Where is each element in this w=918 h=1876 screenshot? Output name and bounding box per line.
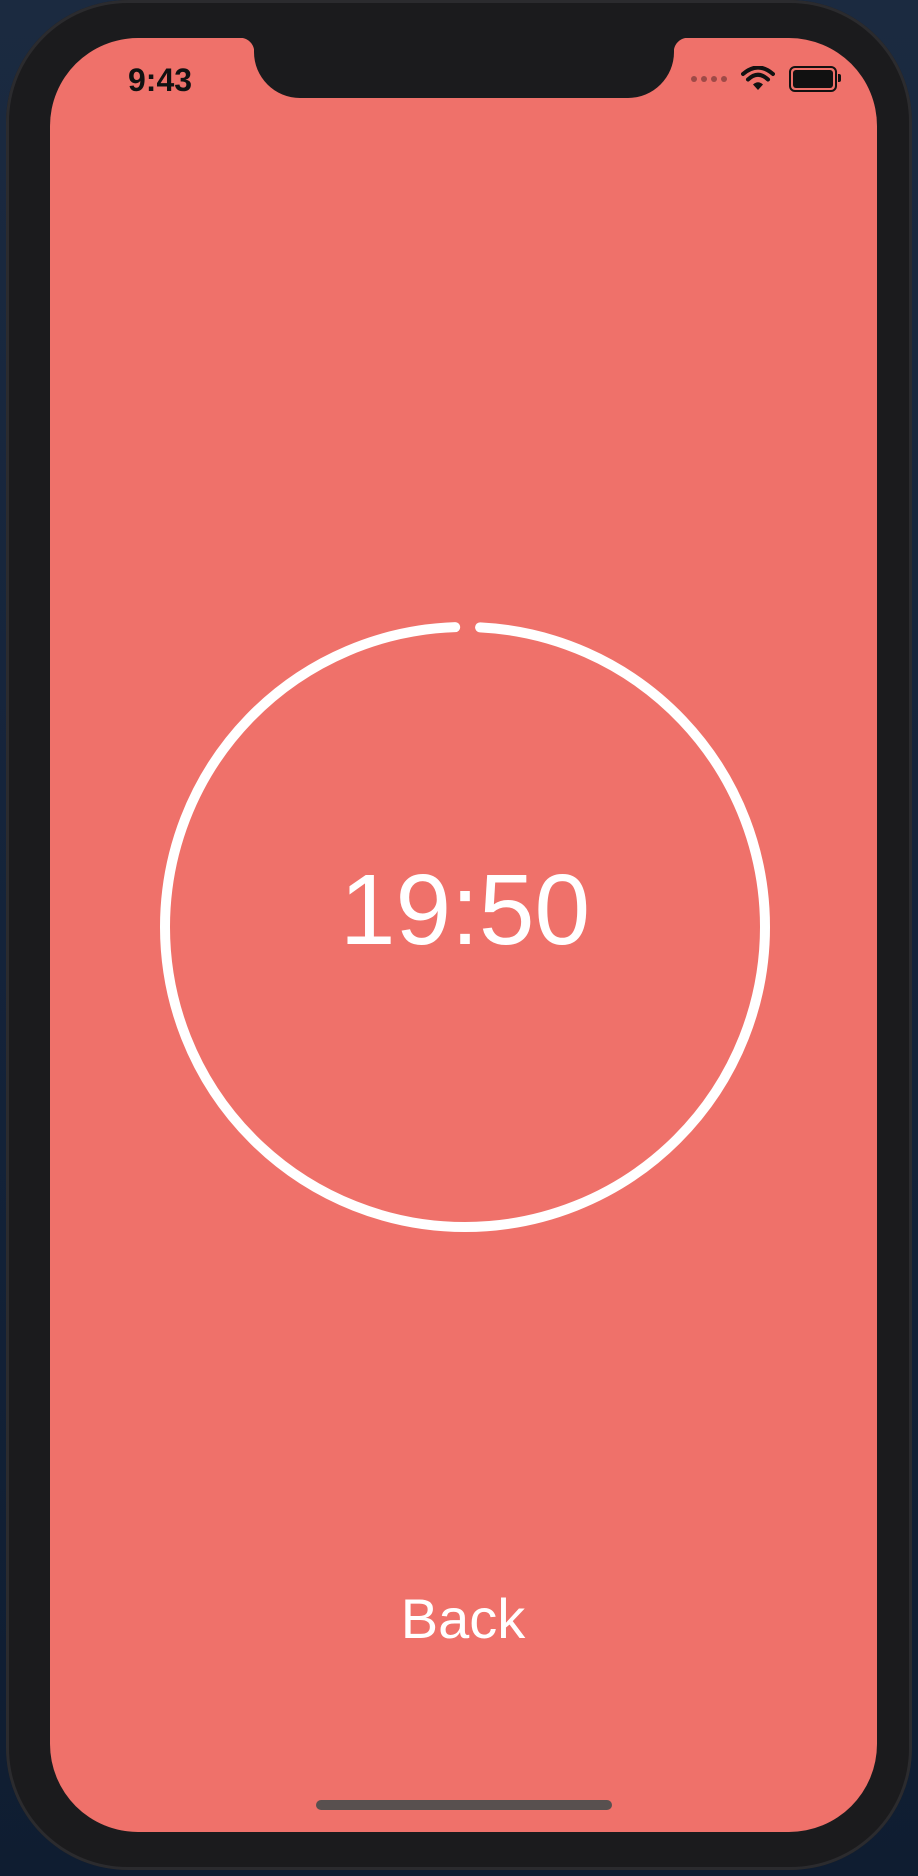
status-time: 9:43 bbox=[128, 62, 193, 98]
signal-dots-icon bbox=[691, 76, 727, 82]
back-button[interactable]: Back bbox=[363, 1583, 563, 1653]
app-screen: 9:43 19:50 Back bbox=[50, 38, 877, 1832]
device-frame: 9:43 19:50 Back bbox=[6, 0, 912, 1870]
battery-icon bbox=[789, 66, 841, 92]
status-icons bbox=[691, 66, 841, 92]
wifi-icon bbox=[741, 66, 775, 90]
notch bbox=[240, 38, 688, 98]
home-indicator[interactable] bbox=[316, 1800, 612, 1810]
timer-display: 19:50 bbox=[339, 854, 591, 966]
